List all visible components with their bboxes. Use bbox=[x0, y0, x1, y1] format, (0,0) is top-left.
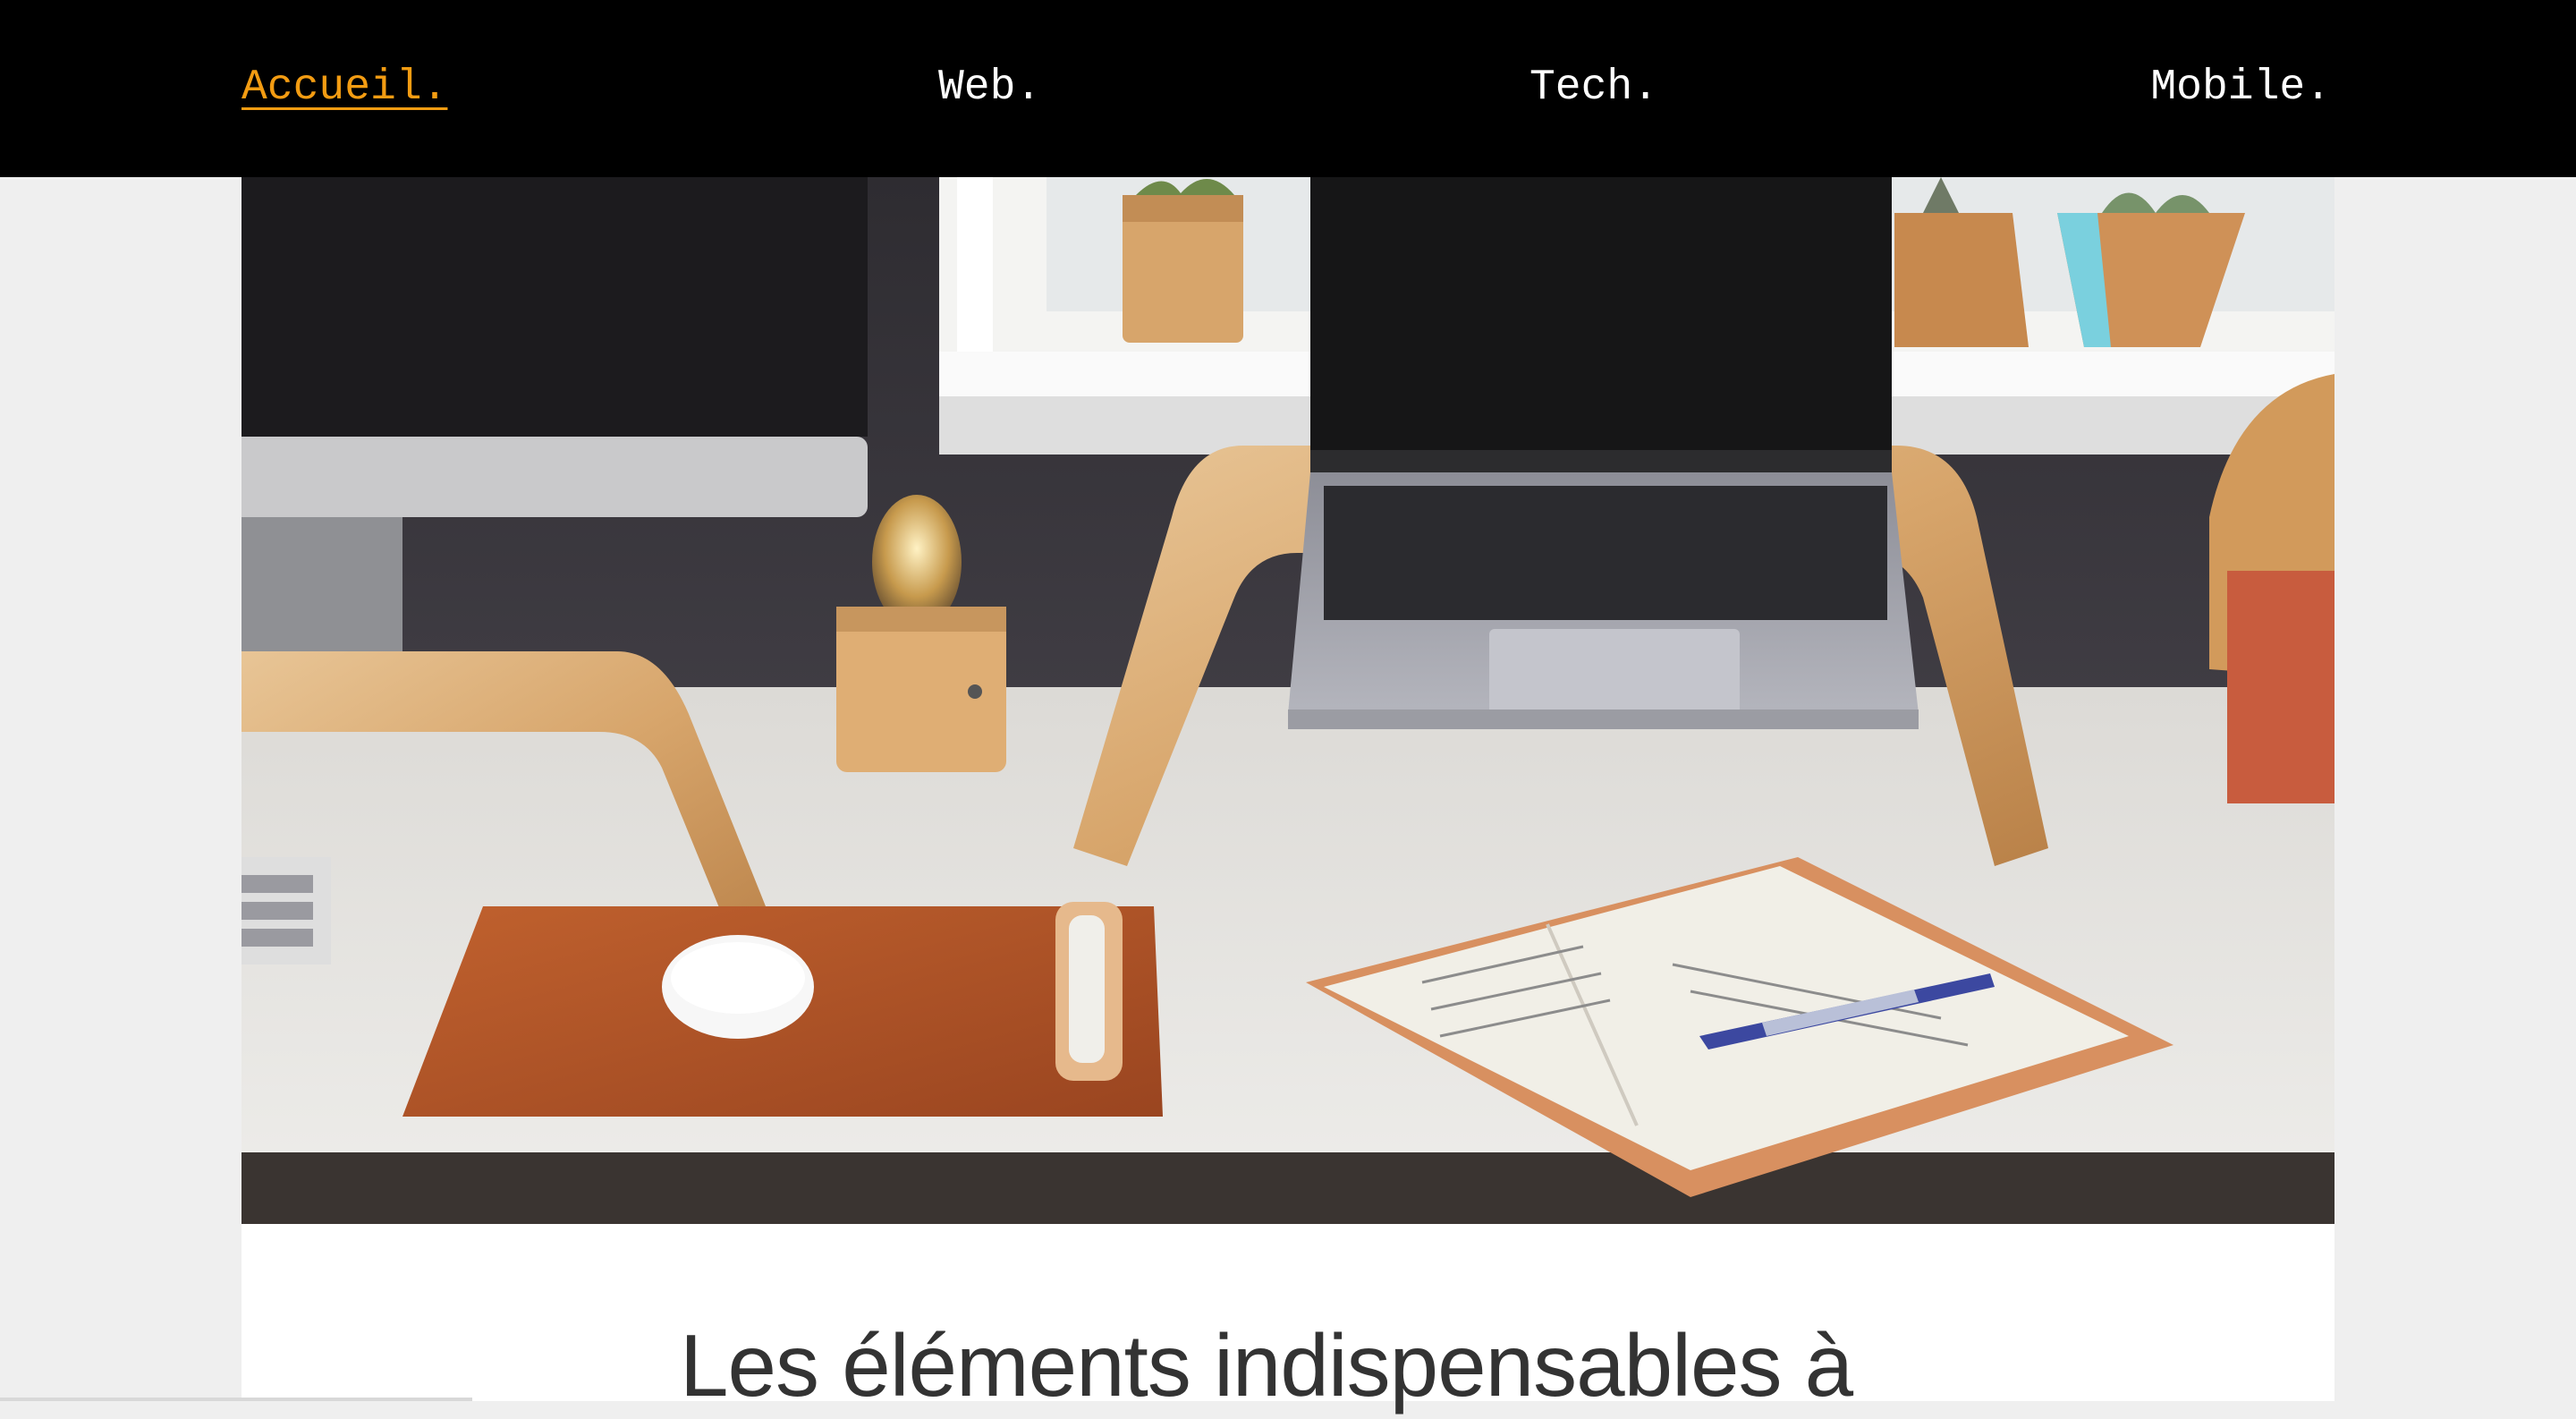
article-card: Les éléments indispensables à bbox=[242, 177, 2334, 1415]
article-title: Les éléments indispensables à bbox=[680, 1316, 1853, 1415]
nav-link-web[interactable]: Web. bbox=[938, 55, 1041, 120]
reading-progress-bar bbox=[0, 1398, 472, 1401]
mouse-icon bbox=[662, 935, 814, 1039]
hero-image bbox=[242, 177, 2334, 1224]
top-navigation: Accueil. Web. Tech. Mobile. bbox=[0, 0, 2576, 177]
plant-icon bbox=[1123, 178, 1243, 343]
nav-link-mobile[interactable]: Mobile. bbox=[2150, 55, 2331, 120]
nav-link-accueil[interactable]: Accueil. bbox=[242, 55, 447, 120]
workspace-illustration bbox=[242, 177, 2334, 1224]
laptop-icon bbox=[1288, 177, 1919, 729]
nav-link-tech[interactable]: Tech. bbox=[1530, 55, 1658, 120]
